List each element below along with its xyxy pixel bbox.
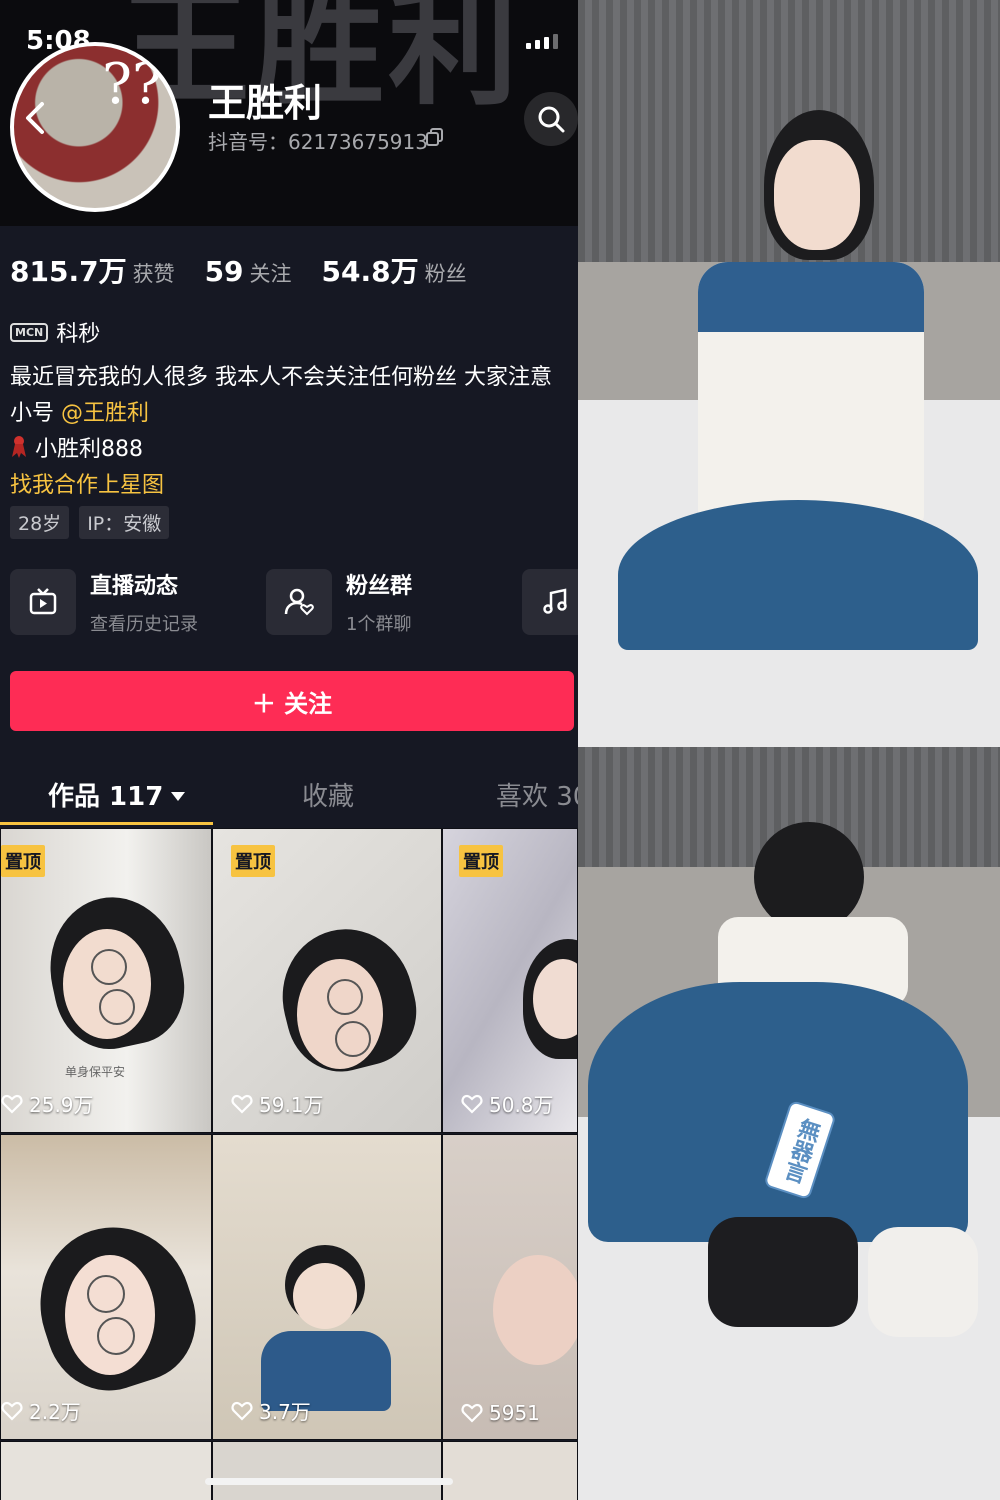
video-thumbnail[interactable]: 单身保平安 置顶 25.9万	[0, 828, 212, 1133]
card-title: 直播动态	[90, 574, 179, 599]
heart-icon	[461, 1403, 483, 1423]
video-thumbnail[interactable]: 2.2万	[0, 1134, 212, 1440]
tab-favorites[interactable]: 收藏	[302, 776, 354, 813]
age-tag: 28岁	[10, 506, 70, 539]
stat-label: 粉丝	[424, 262, 467, 286]
feature-cards: 直播动态查看历史记录 粉丝群 1个群聊 Ta听	[10, 568, 578, 636]
stat-value: 815.7万	[10, 255, 127, 288]
caret-down-icon	[171, 792, 186, 801]
video-likes: 59.1万	[231, 1089, 324, 1118]
card-title: 粉丝群	[346, 574, 413, 599]
stat-label: 关注	[249, 262, 292, 286]
ip-tag: IP：安徽	[79, 506, 170, 539]
video-likes: 3.7万	[231, 1396, 311, 1425]
user-heart-icon	[284, 588, 314, 616]
video-likes: 5951	[461, 1401, 540, 1425]
video-thumbnail[interactable]	[442, 1441, 578, 1500]
stat-following[interactable]: 59 关注	[205, 255, 292, 288]
bio-line: 最近冒充我的人很多 我本人不会关注任何粉丝 大家注意	[10, 365, 552, 390]
mcn-name: 科秒	[56, 322, 101, 347]
pinned-badge: 置顶	[1, 845, 45, 877]
tab-label: 作品 117	[48, 782, 164, 812]
video-likes: 2.2万	[1, 1396, 81, 1425]
business-link[interactable]: 找我合作上星图	[10, 468, 578, 504]
profile-name: 王胜利	[208, 81, 323, 125]
photo-bottom: 無器言	[578, 747, 1000, 1500]
pinned-badge: 置顶	[231, 845, 275, 877]
back-icon[interactable]	[18, 98, 52, 138]
tab-underline	[0, 822, 213, 825]
heart-icon	[231, 1401, 253, 1421]
copy-icon[interactable]	[426, 128, 444, 146]
profile-screen: 王胜利 5:08 ?? 王胜利 抖音号：62173675913 815.7万 获赞…	[0, 0, 578, 1500]
card-live[interactable]: 直播动态查看历史记录	[10, 568, 266, 636]
card-subtitle: 查看历史记录	[90, 614, 198, 635]
douyin-id: 抖音号：62173675913	[208, 130, 428, 154]
video-likes: 25.9万	[1, 1089, 94, 1118]
profile-banner: 王胜利 5:08 ?? 王胜利 抖音号：62173675913	[0, 0, 578, 226]
card-fan-group[interactable]: 粉丝群 1个群聊	[266, 568, 522, 636]
heart-icon	[1, 1094, 23, 1114]
pinned-badge: 置顶	[459, 845, 503, 877]
profile-stats: 815.7万 获赞 59 关注 54.8万 粉丝	[10, 250, 467, 290]
video-thumbnail[interactable]	[212, 1441, 442, 1500]
bio-text: 小号	[10, 401, 55, 426]
card-music[interactable]: Ta听	[522, 568, 578, 636]
heart-icon	[461, 1094, 483, 1114]
profile-tags: 28岁 IP：安徽	[10, 506, 170, 539]
stat-value: 59	[204, 255, 244, 288]
avatar-text: ??	[102, 52, 163, 117]
stat-value: 54.8万	[321, 255, 419, 288]
video-thumbnail[interactable]: 置顶 50.8万	[442, 828, 578, 1133]
follow-button[interactable]: ＋ 关注	[10, 671, 574, 731]
signal-icon	[526, 34, 558, 49]
search-icon	[538, 106, 565, 133]
video-thumbnail[interactable]	[0, 1441, 212, 1500]
stat-label: 获赞	[132, 262, 175, 286]
heart-icon	[1, 1401, 23, 1421]
video-thumbnail[interactable]: 置顶 59.1万	[212, 828, 442, 1133]
search-button[interactable]	[524, 92, 578, 146]
video-thumbnail[interactable]: 3.7万	[212, 1134, 442, 1440]
mention-link[interactable]: @王胜利	[61, 401, 149, 426]
stat-followers[interactable]: 54.8万 粉丝	[322, 250, 467, 290]
stat-likes[interactable]: 815.7万 获赞	[10, 250, 175, 290]
photo-top	[578, 0, 1000, 747]
profile-bio: 最近冒充我的人很多 我本人不会关注任何粉丝 大家注意 小号 @王胜利 小胜利88…	[10, 360, 578, 504]
tab-likes[interactable]: 喜欢 30	[496, 776, 578, 813]
ribbon-icon	[12, 436, 26, 458]
video-likes: 50.8万	[461, 1089, 554, 1118]
content-tabs: 作品 117 收藏 喜欢 30	[0, 770, 578, 826]
video-caption: 单身保平安	[65, 1065, 126, 1079]
video-grid: 单身保平安 置顶 25.9万 置顶 59.1万 置顶 50.8万 2.2万 3.…	[0, 828, 578, 1500]
music-icon	[543, 588, 567, 614]
tab-works[interactable]: 作品 117	[48, 776, 186, 813]
video-thumbnail[interactable]: 5951	[442, 1134, 578, 1440]
bio-line: 小号 @王胜利	[10, 396, 578, 432]
mcn-row[interactable]: MCN 科秒	[10, 316, 100, 348]
mcn-badge: MCN	[10, 322, 49, 342]
bio-text: 小胜利888	[35, 437, 143, 462]
heart-icon	[231, 1094, 253, 1114]
tv-icon	[29, 588, 57, 615]
bio-line: 小胜利888	[10, 432, 578, 468]
home-indicator	[205, 1478, 453, 1485]
card-subtitle: 1个群聊	[346, 614, 412, 635]
